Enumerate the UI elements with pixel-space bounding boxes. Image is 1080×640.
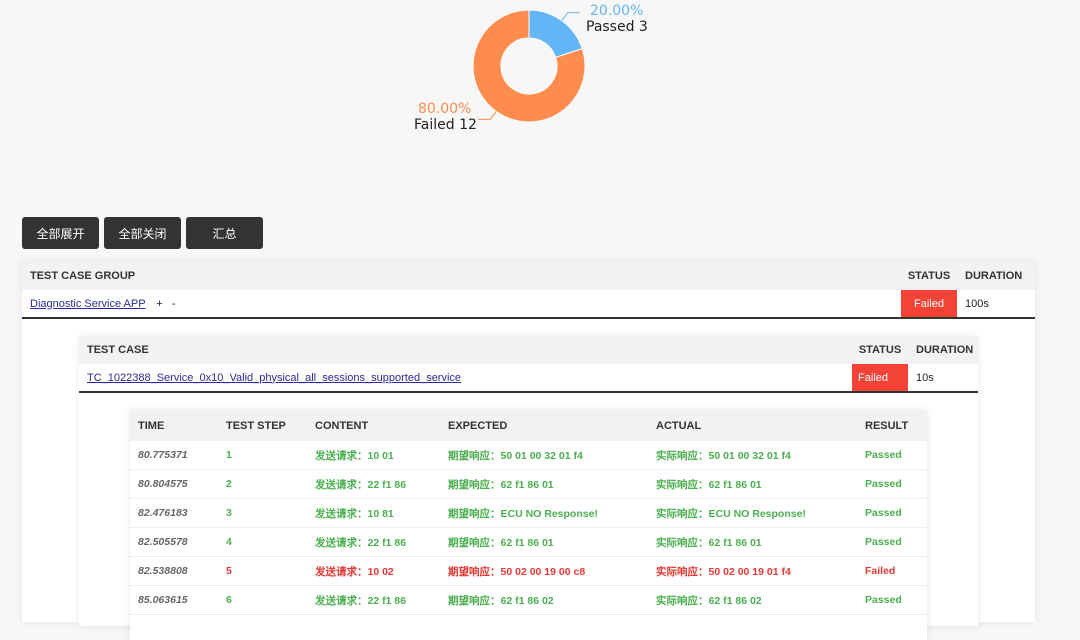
- case-name-header: TEST CASE: [87, 344, 149, 356]
- step-time: 82.538808: [138, 565, 188, 577]
- passed-label-line: [561, 12, 580, 21]
- group-duration: 100s: [965, 297, 989, 310]
- test-case-panel: TEST CASE STATUS DURATION TC_1022388_Ser…: [79, 336, 978, 640]
- result-header: RESULT: [865, 419, 909, 432]
- case-duration-header: DURATION: [916, 344, 974, 356]
- step-expected: 期望响应：50 02 00 19 00 c8: [448, 565, 586, 578]
- step-number: 6: [226, 594, 232, 606]
- test-case-group-panel: TEST CASE GROUP STATUS DURATION Diagnost…: [22, 262, 1035, 640]
- failed-count-label: Failed 12: [414, 117, 477, 133]
- step-number: 2: [226, 478, 232, 490]
- step-expected: 期望响应：62 f1 86 01: [448, 536, 554, 549]
- step-time: 80.804575: [138, 478, 188, 490]
- step-time: 82.476183: [138, 507, 188, 519]
- step-result: Passed: [865, 449, 902, 461]
- expand-all-button[interactable]: 全部展开: [22, 217, 99, 249]
- steps-table-header: TIME TEST STEP CONTENT EXPECTED ACTUAL R…: [130, 410, 927, 441]
- case-table-header: TEST CASE STATUS DURATION: [79, 336, 978, 364]
- step-result: Passed: [865, 594, 902, 606]
- group-name-header: TEST CASE GROUP: [30, 270, 136, 282]
- collapse-group-button[interactable]: -: [172, 298, 176, 310]
- step-content: 发送请求：22 f1 86: [315, 594, 407, 607]
- group-duration-header: DURATION: [965, 270, 1023, 282]
- step-content: 发送请求：10 02: [315, 565, 394, 578]
- step-actual: 实际响应：50 01 00 32 01 f4: [656, 449, 791, 462]
- step-row: 82.505578 4 发送请求：22 f1 86 期望响应：62 f1 86 …: [130, 528, 927, 557]
- step-row: 82.538808 5 发送请求：10 02 期望响应：50 02 00 19 …: [130, 557, 927, 586]
- actual-header: ACTUAL: [656, 419, 702, 432]
- summary-button[interactable]: 汇总: [186, 217, 263, 249]
- step-time: 82.505578: [138, 536, 188, 548]
- group-status-header: STATUS: [907, 270, 951, 282]
- step-time: 80.775371: [138, 449, 188, 461]
- test-steps-panel: TIME TEST STEP CONTENT EXPECTED ACTUAL R…: [130, 410, 927, 640]
- step-number: 4: [226, 536, 232, 548]
- step-expected: 期望响应：ECU NO Response!: [448, 507, 598, 520]
- case-row: TC_1022388_Service_0x10_Valid_physical_a…: [79, 364, 978, 393]
- step-row: 80.775371 1 发送请求：10 01 期望响应：50 01 00 32 …: [130, 441, 927, 470]
- failed-label-line: [478, 111, 497, 120]
- time-header: TIME: [138, 419, 165, 432]
- test-step-header: TEST STEP: [226, 419, 286, 432]
- step-expected: 期望响应：62 f1 86 01: [448, 478, 554, 491]
- step-result: Passed: [865, 507, 902, 519]
- group-name-link[interactable]: Diagnostic Service APP: [30, 298, 145, 310]
- step-content: 发送请求：10 01: [315, 449, 394, 462]
- step-content: 发送请求：22 f1 86: [315, 536, 407, 549]
- step-number: 1: [226, 449, 232, 461]
- step-content: 发送请求：10 81: [315, 507, 394, 520]
- failed-percent-label: 80.00%: [418, 101, 471, 117]
- content-header: CONTENT: [315, 419, 369, 432]
- step-number: 5: [226, 565, 232, 577]
- passed-percent-label: 20.00%: [590, 3, 643, 19]
- collapse-all-button[interactable]: 全部关闭: [104, 217, 181, 249]
- step-actual: 实际响应：ECU NO Response!: [656, 507, 806, 520]
- step-actual: 实际响应：62 f1 86 01: [656, 478, 762, 491]
- expected-header: EXPECTED: [448, 419, 508, 432]
- step-row: 80.804575 2 发送请求：22 f1 86 期望响应：62 f1 86 …: [130, 470, 927, 499]
- step-result: Passed: [865, 478, 902, 490]
- step-actual: 实际响应：50 02 00 19 01 f4: [656, 565, 791, 578]
- group-table-header: TEST CASE GROUP STATUS DURATION: [22, 262, 1035, 290]
- expand-group-button[interactable]: +: [156, 298, 162, 310]
- step-row: 82.476183 3 发送请求：10 81 期望响应：ECU NO Respo…: [130, 499, 927, 528]
- step-content: 发送请求：22 f1 86: [315, 478, 407, 491]
- step-expected: 期望响应：50 01 00 32 01 f4: [448, 449, 583, 462]
- donut-chart-svg: 20.00% Passed 3 80.00% Failed 12: [414, 3, 648, 133]
- result-donut-chart: 20.00% Passed 3 80.00% Failed 12: [0, 0, 1080, 150]
- step-result: Failed: [865, 565, 896, 577]
- step-expected: 期望响应：62 f1 86 02: [448, 594, 554, 607]
- step-result: Passed: [865, 536, 902, 548]
- step-number: 3: [226, 507, 232, 519]
- group-row: Diagnostic Service APP + - Failed 100s: [22, 290, 1035, 319]
- case-status-badge: Failed: [852, 364, 908, 391]
- toolbar: 全部展开 全部关闭 汇总: [22, 217, 263, 249]
- passed-count-label: Passed 3: [586, 19, 648, 35]
- step-actual: 实际响应：62 f1 86 02: [656, 594, 762, 607]
- step-time: 85.063615: [138, 594, 188, 606]
- case-status-header: STATUS: [858, 344, 902, 356]
- group-status-badge: Failed: [901, 290, 957, 317]
- donut-slice-passed[interactable]: [528, 9, 583, 58]
- case-name-link[interactable]: TC_1022388_Service_0x10_Valid_physical_a…: [87, 372, 461, 384]
- steps-table-body: 80.775371 1 发送请求：10 01 期望响应：50 01 00 32 …: [130, 441, 927, 615]
- case-duration: 10s: [916, 371, 934, 384]
- step-actual: 实际响应：62 f1 86 01: [656, 536, 762, 549]
